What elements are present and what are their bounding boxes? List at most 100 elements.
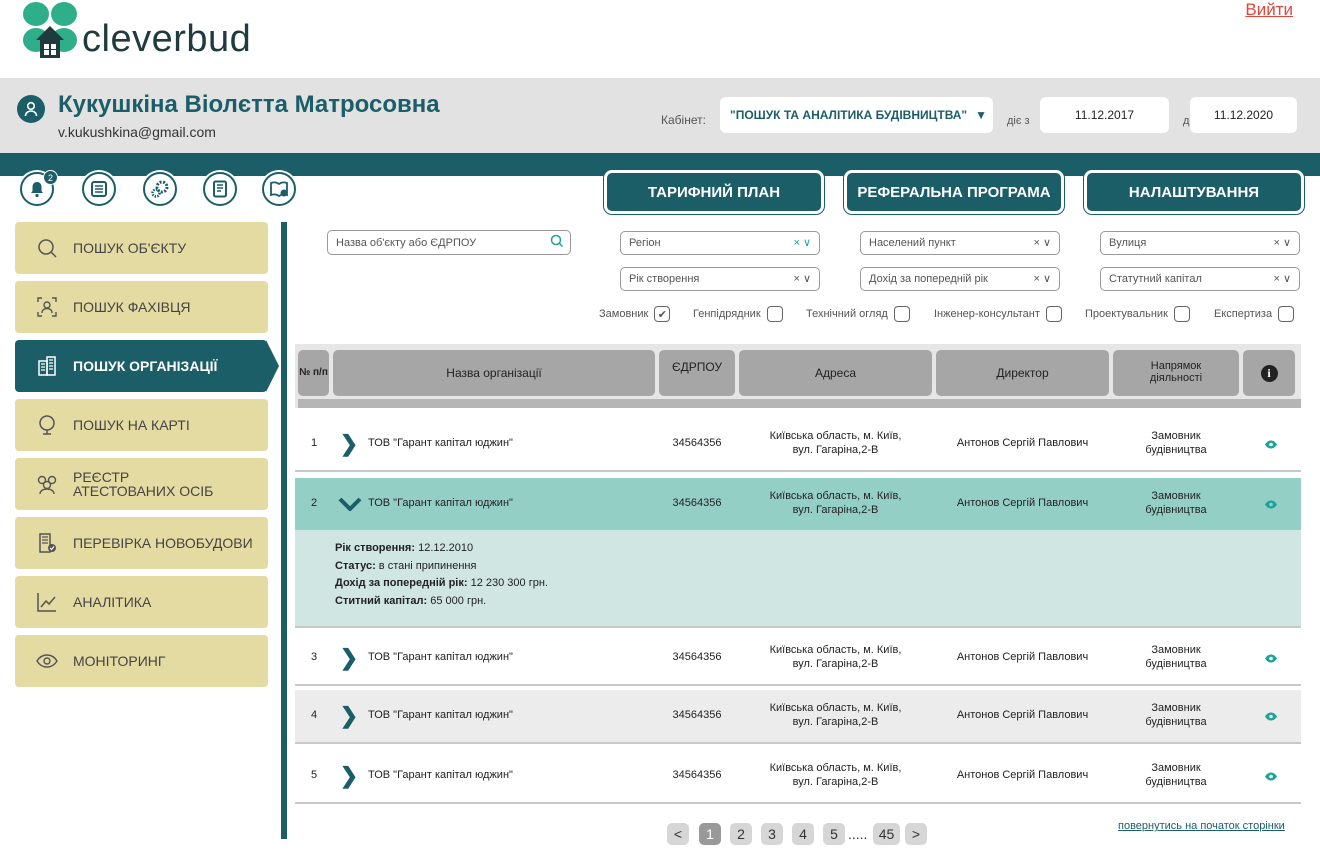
view-eye-icon[interactable]	[1245, 418, 1297, 470]
page-45-button[interactable]: 45	[873, 823, 900, 845]
sidebar-item-monitoring[interactable]: МОНІТОРИНГ	[15, 635, 268, 687]
checkbox-engineer-consultant[interactable]: Інженер-консультант	[934, 306, 1062, 322]
org-name: ТОВ "Гарант капітал юджин"	[368, 497, 513, 510]
chevron-down-icon[interactable]: ∨	[1283, 237, 1291, 249]
sidebar-item-certified-registry[interactable]: РЕЄСТР АТЕСТОВАНИХ ОСІБ	[15, 458, 268, 510]
view-eye-icon[interactable]	[1245, 690, 1297, 742]
chevron-right-icon[interactable]: ❯	[339, 418, 359, 470]
org-address: Київська область, м. Київ, вул. Гагаріна,…	[739, 418, 932, 470]
logout-link[interactable]: Вийти	[1245, 0, 1293, 20]
page-3-button[interactable]: 3	[761, 823, 783, 845]
chevron-down-icon[interactable]: ∨	[803, 237, 811, 249]
org-name: ТОВ "Гарант капітал юджин"	[368, 651, 513, 664]
view-eye-icon[interactable]	[1245, 478, 1297, 530]
checkbox-box[interactable]	[1045, 306, 1062, 322]
capital-select[interactable]: Статутний капітал × ∨	[1100, 267, 1300, 291]
chevron-down-icon[interactable]: ∨	[1043, 273, 1051, 285]
table-row[interactable]: 4 ❯ ТОВ "Гарант капітал юджин" 34564356 …	[295, 690, 1301, 742]
clear-icon[interactable]: ×	[793, 237, 799, 249]
cabinet-select[interactable]: "ПОШУК ТА АНАЛІТИКА БУДІВНИЦТВА" ▼	[720, 97, 993, 133]
clear-icon[interactable]: ×	[1033, 237, 1039, 249]
col-info[interactable]: i	[1243, 350, 1295, 396]
sidebar-item-analytics[interactable]: АНАЛІТИКА	[15, 576, 268, 628]
sidebar-item-object-search[interactable]: ПОШУК ОБ'ЄКТУ	[15, 222, 268, 274]
referral-program-button[interactable]: РЕФЕРАЛЬНА ПРОГРАМА	[844, 170, 1064, 214]
info-book-button[interactable]	[262, 172, 296, 206]
date-from-field[interactable]: 11.12.2017	[1040, 97, 1169, 133]
next-page-button[interactable]: >	[905, 823, 927, 845]
chevron-right-icon[interactable]: ❯	[339, 690, 359, 742]
settlement-select[interactable]: Населений пункт × ∨	[860, 231, 1060, 255]
search-icon[interactable]	[550, 234, 564, 251]
checkbox-checked[interactable]: ✔	[654, 306, 671, 322]
table-row-expanded[interactable]: 2 ТОВ "Гарант капітал юджин" 34564356 Ки…	[295, 478, 1301, 530]
list-button[interactable]	[82, 172, 116, 206]
address-line: вул. Гагаріна,2-В	[792, 716, 879, 728]
row-divider	[295, 684, 1301, 686]
view-eye-icon[interactable]	[1245, 632, 1297, 684]
settings-tab-button[interactable]: НАЛАШТУВАННЯ	[1084, 170, 1304, 214]
table-row[interactable]: 1 ❯ ТОВ "Гарант капітал юджин" 34564356 …	[295, 418, 1301, 470]
checkbox-label: Експертиза	[1214, 308, 1273, 320]
capital-placeholder: Статутний капітал	[1109, 273, 1202, 285]
page-5-button[interactable]: 5	[823, 823, 845, 845]
checkbox-box[interactable]	[1173, 306, 1190, 322]
sidebar-item-map-search[interactable]: ПОШУК НА КАРТІ	[15, 399, 268, 451]
org-address: Київська область, м. Київ, вул. Гагаріна,…	[739, 478, 932, 530]
checkbox-expertise[interactable]: Експертиза	[1214, 306, 1295, 322]
region-select[interactable]: Регіон × ∨	[620, 231, 820, 255]
chevron-down-icon[interactable]: ∨	[1283, 273, 1291, 285]
address-line: Київська область, м. Київ,	[769, 430, 902, 443]
address-line: вул. Гагаріна,2-В	[792, 444, 879, 456]
col-address[interactable]: Адреса	[739, 350, 932, 396]
checkbox-box[interactable]	[766, 306, 783, 322]
checkbox-customer[interactable]: Замовник ✔	[599, 306, 671, 322]
income-select[interactable]: Дохід за попередній рік × ∨	[860, 267, 1060, 291]
tariff-plan-button[interactable]: ТАРИФНИЙ ПЛАН	[604, 170, 824, 214]
notifications-button[interactable]: 2	[20, 170, 58, 206]
back-to-top-link[interactable]: повернутись на початок сторінки	[1118, 820, 1285, 832]
chevron-right-icon[interactable]: ❯	[339, 750, 359, 802]
from-label: діє з	[1007, 115, 1030, 127]
page-4-button[interactable]: 4	[792, 823, 814, 845]
col-edrpou[interactable]: ЄДРПОУ	[659, 350, 735, 396]
org-director: Антонов Сергій Павлович	[956, 769, 1089, 782]
col-name[interactable]: Назва організації	[333, 350, 655, 396]
building-check-icon	[35, 531, 59, 555]
table-header-bar	[298, 399, 1301, 408]
sidebar-item-organization-search[interactable]: ПОШУК ОРГАНІЗАЦІЇ	[15, 340, 267, 392]
chevron-down-icon[interactable]	[337, 478, 363, 530]
view-eye-icon[interactable]	[1245, 750, 1297, 802]
page-2-button[interactable]: 2	[730, 823, 752, 845]
sidebar-item-newbuild-check[interactable]: ПЕРЕВІРКА НОВОБУДОВИ	[15, 517, 268, 569]
date-to-field[interactable]: 11.12.2020	[1190, 97, 1297, 133]
street-select[interactable]: Вулиця × ∨	[1100, 231, 1300, 255]
checkbox-box[interactable]	[1278, 306, 1295, 322]
sidebar-item-specialist-search[interactable]: ПОШУК ФАХІВЦЯ	[15, 281, 268, 333]
documents-button[interactable]	[203, 172, 237, 206]
chevron-down-icon[interactable]: ∨	[803, 273, 811, 285]
clear-icon[interactable]: ×	[793, 273, 799, 285]
chevron-right-icon[interactable]: ❯	[339, 632, 359, 684]
org-direction: Замовник будівництва	[1113, 632, 1239, 684]
checkbox-general-contractor[interactable]: Генпідрядник	[693, 306, 783, 322]
org-search-input[interactable]: Назва об'єкту або ЄДРПОУ	[327, 230, 571, 255]
page-1-button[interactable]: 1	[699, 823, 721, 845]
year-select[interactable]: Рік створення × ∨	[620, 267, 820, 291]
clear-icon[interactable]: ×	[1273, 273, 1279, 285]
clear-icon[interactable]: ×	[1033, 273, 1039, 285]
prev-page-button[interactable]: <	[667, 823, 689, 845]
chevron-down-icon[interactable]: ∨	[1043, 237, 1051, 249]
org-director: Антонов Сергій Павлович	[956, 437, 1089, 450]
checkbox-designer[interactable]: Проектувальник	[1085, 306, 1190, 322]
col-direction[interactable]: Напрямок діяльності	[1113, 350, 1239, 396]
table-row[interactable]: 3 ❯ ТОВ "Гарант капітал юджин" 34564356 …	[295, 632, 1301, 684]
table-row[interactable]: 5 ❯ ТОВ "Гарант капітал юджин" 34564356 …	[295, 750, 1301, 802]
col-number[interactable]: № п/п	[298, 350, 329, 396]
clear-icon[interactable]: ×	[1273, 237, 1279, 249]
checkbox-box[interactable]	[893, 306, 910, 322]
direction-line: Замовник	[1151, 762, 1201, 775]
checkbox-technical-review[interactable]: Технічний огляд	[806, 306, 910, 322]
settings-button[interactable]	[143, 172, 177, 206]
col-director[interactable]: Директор	[936, 350, 1109, 396]
